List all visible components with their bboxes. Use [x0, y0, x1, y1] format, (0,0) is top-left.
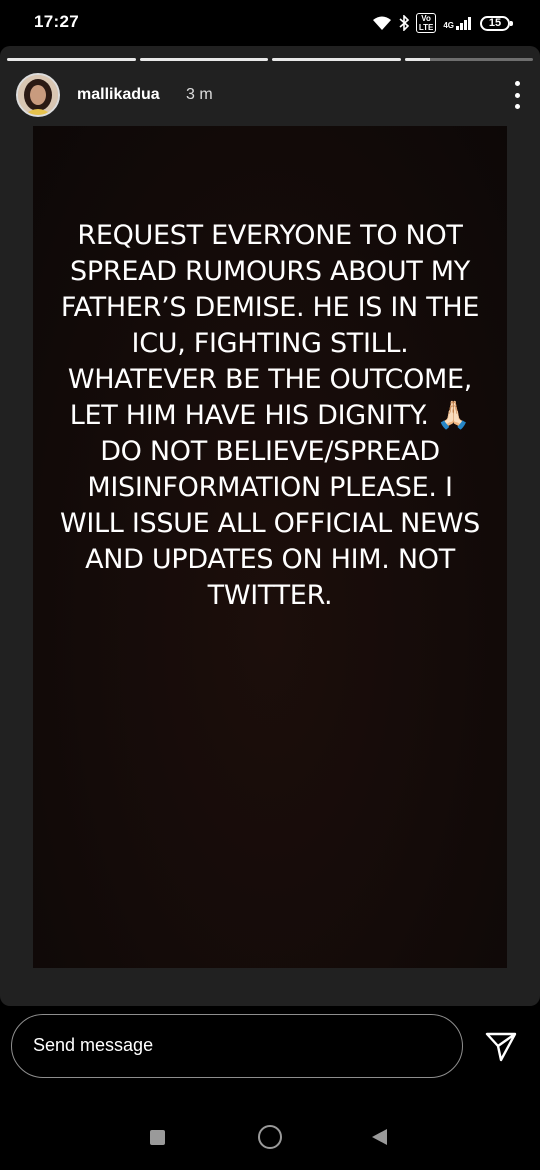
- story-image: REQUEST EVERYONE TO NOT SPREAD RUMOURS A…: [33, 126, 507, 968]
- status-bar: 17:27 Vo LTE 4G 15: [0, 0, 540, 46]
- battery-icon: 15: [480, 15, 513, 31]
- volte-badge: Vo LTE: [415, 13, 437, 33]
- signal-icon: [456, 17, 471, 30]
- story-card[interactable]: mallikadua 3 m REQUEST EVERYONE TO NOT S…: [0, 46, 540, 1006]
- battery-level: 15: [488, 17, 502, 29]
- status-time: 17:27: [34, 12, 79, 31]
- message-bar: Send message: [0, 1006, 540, 1096]
- network-type-label: 4G: [443, 21, 454, 30]
- recents-button[interactable]: [150, 1130, 165, 1145]
- back-button[interactable]: [372, 1129, 387, 1145]
- progress-fill: [272, 58, 401, 61]
- status-icons: Vo LTE 4G 15: [372, 12, 513, 34]
- home-button[interactable]: [258, 1125, 282, 1149]
- story-text: REQUEST EVERYONE TO NOT SPREAD RUMOURS A…: [60, 220, 480, 611]
- avatar-image: [18, 75, 58, 115]
- progress-fill: [139, 58, 268, 61]
- story-progress: [7, 58, 533, 61]
- bluetooth-icon: [399, 15, 409, 31]
- progress-segment: [7, 58, 136, 61]
- progress-segment: [272, 58, 401, 61]
- more-vertical-icon[interactable]: [510, 81, 524, 109]
- paper-plane-icon[interactable]: [484, 1029, 518, 1063]
- story-timestamp: 3 m: [186, 86, 213, 103]
- send-message-input[interactable]: Send message: [11, 1014, 463, 1078]
- progress-fill: [7, 58, 136, 61]
- progress-segment: [404, 58, 533, 61]
- wifi-icon: [372, 16, 391, 30]
- avatar[interactable]: [16, 73, 60, 117]
- system-nav-bar: [0, 1096, 540, 1170]
- username[interactable]: mallikadua: [77, 86, 160, 104]
- story-header: mallikadua 3 m: [16, 73, 524, 117]
- cell-signal: 4G: [443, 16, 473, 30]
- progress-segment: [139, 58, 268, 61]
- progress-fill: [404, 58, 431, 61]
